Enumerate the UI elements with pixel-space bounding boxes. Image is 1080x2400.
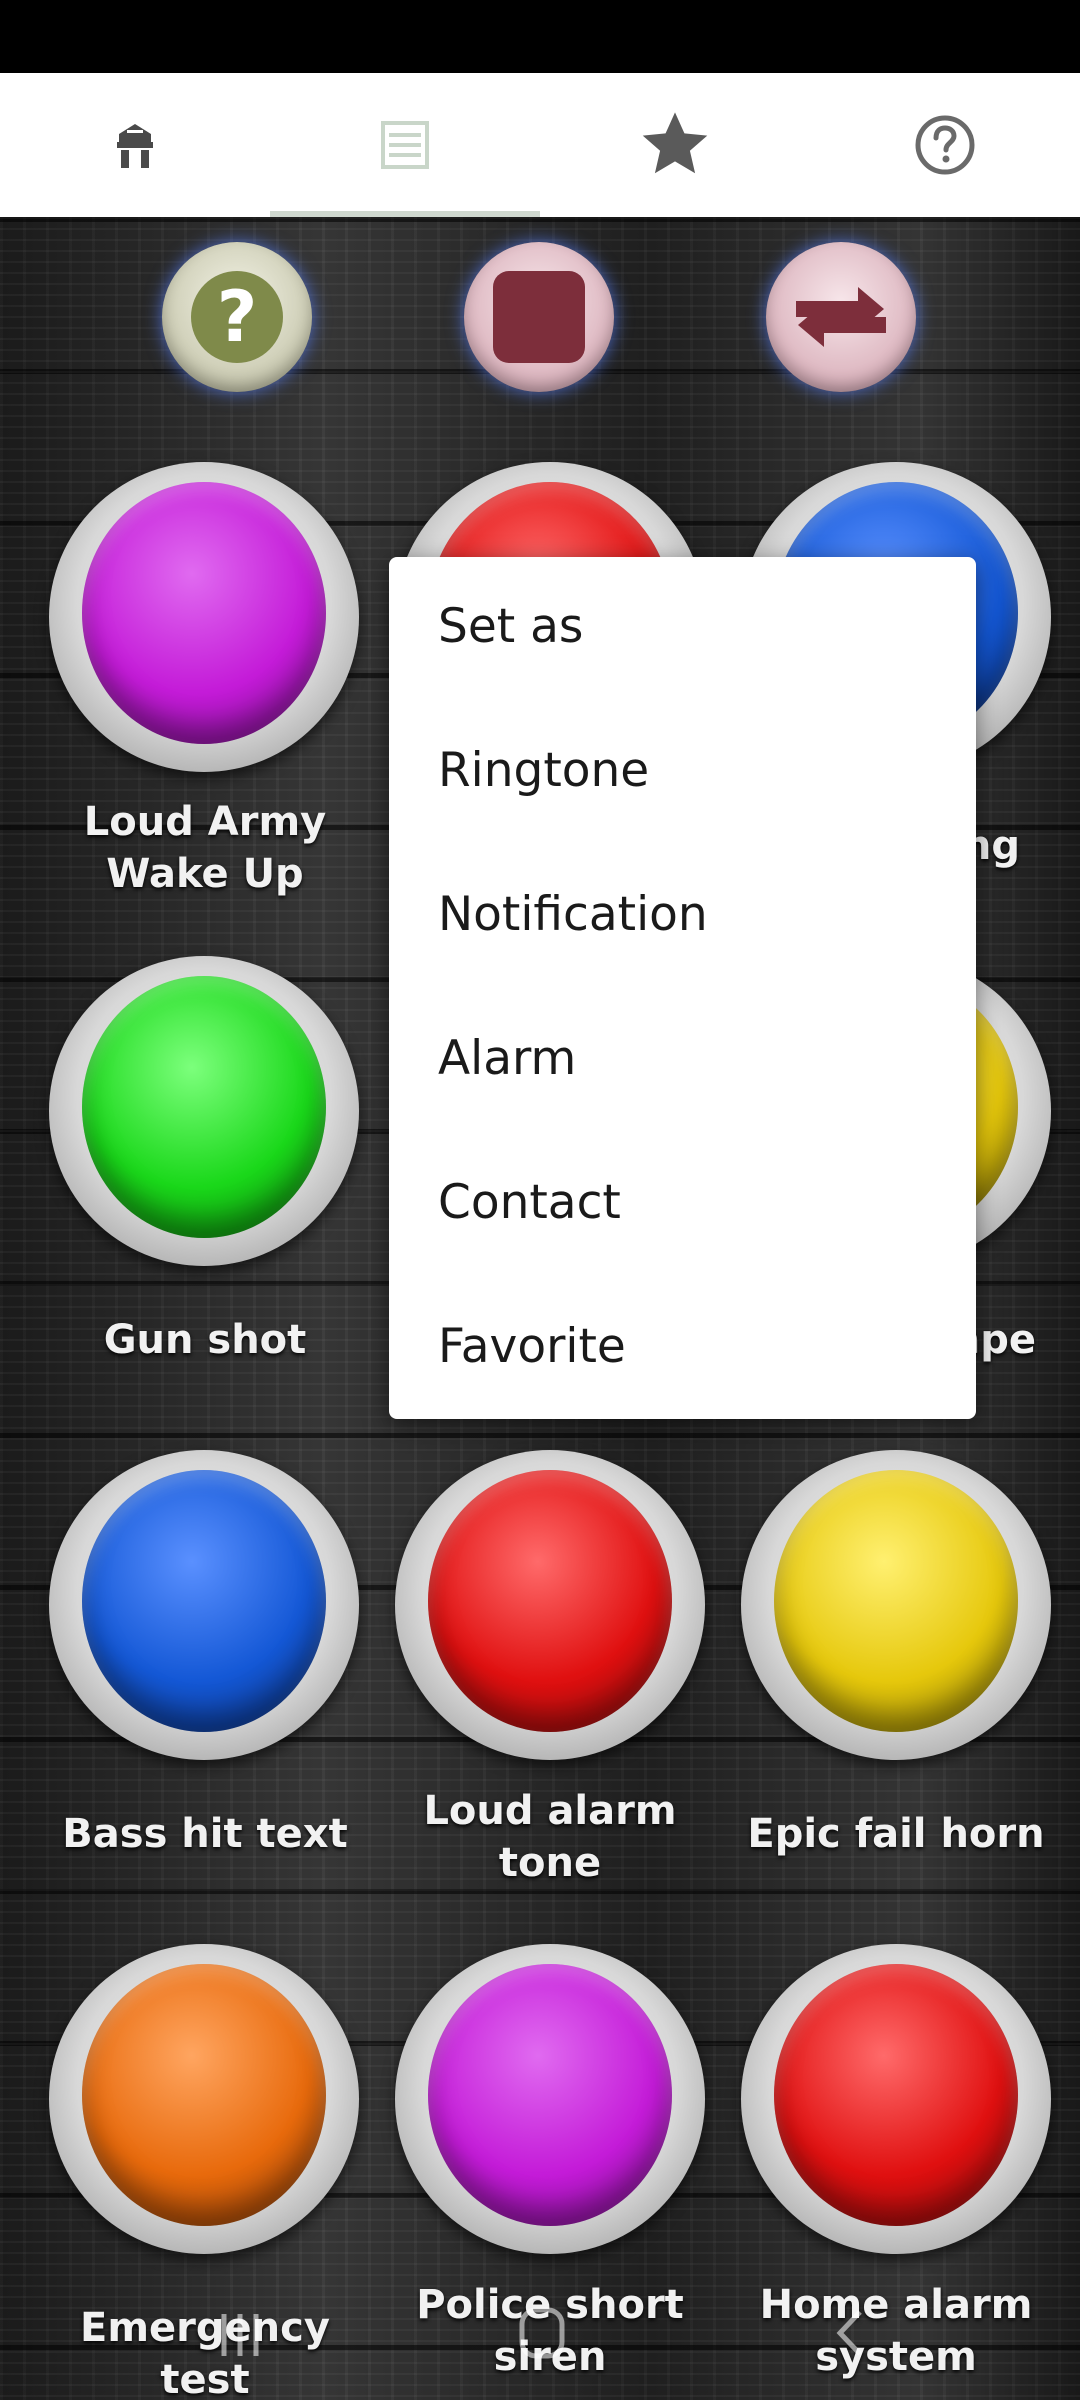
button-cap	[82, 976, 326, 1238]
home-icon[interactable]	[518, 2306, 566, 2360]
menu-item-contact[interactable]: Contact	[438, 1173, 621, 1233]
menu-title: Set as	[438, 599, 584, 654]
tab-help[interactable]	[810, 73, 1080, 217]
sound-label: Emergency test	[80, 2305, 330, 2400]
sound-label: Home alarm system	[759, 2282, 1033, 2380]
repeat-icon	[796, 287, 886, 347]
back-glyph	[836, 2310, 862, 2356]
soldier-icon	[117, 124, 153, 168]
set-as-menu: Set as Ringtone Notification Alarm Conta…	[389, 557, 976, 1419]
button-cap	[428, 1470, 672, 1732]
app-screen: ? Loud Army Wake Up ng Gun shot ape Bass…	[0, 0, 1080, 2400]
help-icon	[915, 115, 975, 175]
back-icon[interactable]	[830, 2306, 870, 2360]
home-glyph	[519, 2307, 565, 2359]
help-button[interactable]: ?	[162, 242, 312, 392]
button-cap	[774, 1964, 1018, 2226]
button-cap	[774, 1470, 1018, 1732]
list-icon	[381, 121, 429, 169]
sound-label: Bass hit text	[62, 1811, 348, 1857]
sound-button[interactable]	[395, 1944, 705, 2264]
help-icon: ?	[191, 271, 283, 363]
menu-item-favorite[interactable]: Favorite	[438, 1317, 626, 1377]
menu-item-alarm[interactable]: Alarm	[438, 1029, 576, 1089]
sound-button[interactable]	[49, 956, 359, 1276]
tab-favorites[interactable]	[540, 73, 810, 217]
repeat-button[interactable]	[766, 242, 916, 392]
tab-sounds[interactable]	[270, 73, 540, 217]
button-cap	[82, 482, 326, 744]
recent-apps-icon[interactable]	[216, 2310, 264, 2360]
sound-button[interactable]	[741, 1450, 1051, 1770]
stop-icon	[493, 271, 585, 363]
button-cap	[428, 1964, 672, 2226]
sound-label: Loud Army Wake Up	[83, 799, 327, 897]
sound-button[interactable]	[741, 1944, 1051, 2264]
sound-button[interactable]	[395, 1450, 705, 1770]
button-cap	[82, 1470, 326, 1732]
sound-label: Epic fail horn	[747, 1811, 1045, 1857]
sound-button[interactable]	[49, 462, 359, 782]
stop-button[interactable]	[464, 242, 614, 392]
menu-item-ringtone[interactable]: Ringtone	[438, 741, 649, 801]
tab-soldier[interactable]	[0, 73, 270, 217]
star-icon	[642, 112, 708, 174]
sound-button[interactable]	[49, 1450, 359, 1770]
tab-bar	[0, 73, 1080, 217]
recent-apps-glyph	[221, 2314, 259, 2356]
status-bar	[0, 0, 1080, 73]
sound-label: Loud alarm tone	[423, 1788, 677, 1886]
sound-label: Gun shot	[103, 1317, 307, 1363]
menu-item-notification[interactable]: Notification	[438, 885, 708, 945]
button-cap	[82, 1964, 326, 2226]
sound-button[interactable]	[49, 1944, 359, 2264]
